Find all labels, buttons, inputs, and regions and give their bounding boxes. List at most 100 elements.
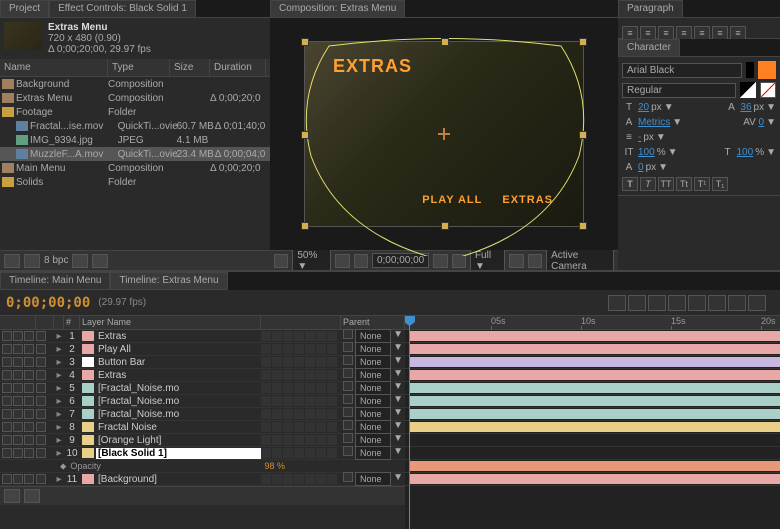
layer-switch[interactable] [272, 331, 282, 341]
all-caps-button[interactable]: TT [658, 177, 674, 191]
interpret-footage-button[interactable] [4, 254, 20, 268]
stroke-color-swatch[interactable] [740, 82, 756, 98]
layer-switch[interactable] [294, 331, 304, 341]
layer-switch[interactable] [316, 357, 326, 367]
effect-controls-tab[interactable]: Effect Controls: Black Solid 1 [49, 0, 196, 17]
property-value[interactable]: 98 % [264, 461, 285, 471]
col-size[interactable]: Size [170, 59, 210, 76]
visibility-toggle[interactable] [2, 383, 12, 393]
motion-blur-button[interactable] [688, 295, 706, 311]
layer-color-swatch[interactable] [82, 344, 94, 354]
layer-switch[interactable] [316, 370, 326, 380]
layer-switch[interactable] [261, 370, 271, 380]
layer-color-swatch[interactable] [82, 422, 94, 432]
solo-toggle[interactable] [24, 448, 34, 458]
layer-switch[interactable] [294, 344, 304, 354]
layer-name[interactable]: [Fractal_Noise.mo [96, 396, 261, 407]
layer-switch[interactable] [261, 383, 271, 393]
draft-3d-button[interactable] [628, 295, 646, 311]
layer-switch[interactable] [283, 383, 293, 393]
layer-switch[interactable] [316, 409, 326, 419]
solo-toggle[interactable] [24, 474, 34, 484]
layer-switch[interactable] [261, 422, 271, 432]
layer-clip[interactable] [409, 422, 780, 432]
layer-switch[interactable] [305, 383, 315, 393]
layer-switch[interactable] [305, 357, 315, 367]
auto-keyframe-button[interactable] [728, 295, 746, 311]
layer-switch[interactable] [327, 344, 337, 354]
timeline-track[interactable] [405, 356, 780, 369]
layer-switch[interactable] [305, 474, 315, 484]
layer-color-swatch[interactable] [82, 448, 94, 458]
solo-toggle[interactable] [24, 344, 34, 354]
timeline-layer-row[interactable]: ▸ 11 [Background] None▼ [0, 473, 405, 486]
comp-flowchart-button[interactable] [608, 295, 626, 311]
pickwhip-icon[interactable] [343, 472, 353, 482]
twirl-arrow[interactable]: ▸ [54, 357, 64, 368]
layer-clip[interactable] [409, 370, 780, 380]
timeline-track[interactable] [405, 408, 780, 421]
parent-dropdown[interactable]: None [355, 433, 391, 447]
audio-toggle[interactable] [13, 396, 23, 406]
layer-switch[interactable] [316, 448, 326, 458]
layer-switch[interactable] [305, 396, 315, 406]
layer-switch[interactable] [272, 474, 282, 484]
small-caps-button[interactable]: Tt [676, 177, 692, 191]
col-parent[interactable]: Parent [341, 316, 405, 329]
layer-switch[interactable] [305, 435, 315, 445]
twirl-arrow[interactable]: ▸ [54, 370, 64, 381]
twirl-arrow[interactable]: ▸ [54, 383, 64, 394]
layer-switch[interactable] [272, 383, 282, 393]
layer-name[interactable]: [Black Solid 1] [96, 448, 261, 459]
pickwhip-icon[interactable] [343, 446, 353, 456]
composition-viewer[interactable]: EXTRAS PLAY ALL EXTRAS [270, 18, 618, 250]
playhead[interactable] [409, 316, 410, 529]
kerning-value[interactable]: Metrics [638, 117, 670, 128]
twirl-arrow[interactable]: ▸ [54, 331, 64, 342]
brainstorm-button[interactable] [708, 295, 726, 311]
layer-clip[interactable] [409, 383, 780, 393]
timeline-track[interactable] [405, 421, 780, 434]
layer-switch[interactable] [327, 448, 337, 458]
toggle-switches-button[interactable] [4, 489, 20, 503]
transform-handle[interactable] [301, 38, 309, 46]
layer-switch[interactable] [283, 344, 293, 354]
font-size-value[interactable]: 20 [638, 102, 649, 113]
twirl-arrow[interactable]: ▸ [54, 344, 64, 355]
parent-dropdown[interactable]: None [355, 446, 391, 460]
layer-name[interactable]: [Background] [96, 474, 261, 485]
project-item[interactable]: SolidsFolder [0, 175, 270, 189]
layer-color-swatch[interactable] [82, 331, 94, 341]
layer-switch[interactable] [294, 409, 304, 419]
parent-dropdown[interactable]: None [355, 472, 391, 486]
parent-dropdown[interactable]: None [355, 420, 391, 434]
parent-dropdown[interactable]: None [355, 355, 391, 369]
layer-name[interactable]: Extras [96, 331, 261, 342]
layer-switch[interactable] [305, 331, 315, 341]
layer-switch[interactable] [327, 331, 337, 341]
layer-clip[interactable] [409, 331, 780, 341]
justify-right-button[interactable]: ≡ [712, 26, 728, 40]
character-tab[interactable]: Character [618, 39, 680, 56]
pickwhip-icon[interactable] [343, 368, 353, 378]
visibility-toggle[interactable] [2, 474, 12, 484]
hide-shy-button[interactable] [648, 295, 666, 311]
col-name[interactable]: Name [0, 59, 108, 76]
font-weight-dropdown[interactable]: Regular [622, 83, 736, 98]
layer-switch[interactable] [327, 370, 337, 380]
project-item[interactable]: MuzzleF...A.movQuickTi...ovie23.4 MBΔ 0;… [0, 147, 270, 161]
layer-switch[interactable] [316, 435, 326, 445]
layer-switch[interactable] [305, 409, 315, 419]
layer-switch[interactable] [294, 448, 304, 458]
anchor-point-icon[interactable] [438, 128, 450, 140]
pickwhip-icon[interactable] [343, 355, 353, 365]
visibility-toggle[interactable] [2, 331, 12, 341]
timeline-track[interactable] [405, 369, 780, 382]
pickwhip-icon[interactable] [343, 381, 353, 391]
solo-toggle[interactable] [24, 370, 34, 380]
layer-switch[interactable] [283, 448, 293, 458]
timeline-ruler[interactable]: 05s 10s 15s 20s [405, 316, 780, 330]
lock-toggle[interactable] [36, 331, 46, 341]
layer-color-swatch[interactable] [82, 357, 94, 367]
parent-dropdown[interactable]: None [355, 368, 391, 382]
